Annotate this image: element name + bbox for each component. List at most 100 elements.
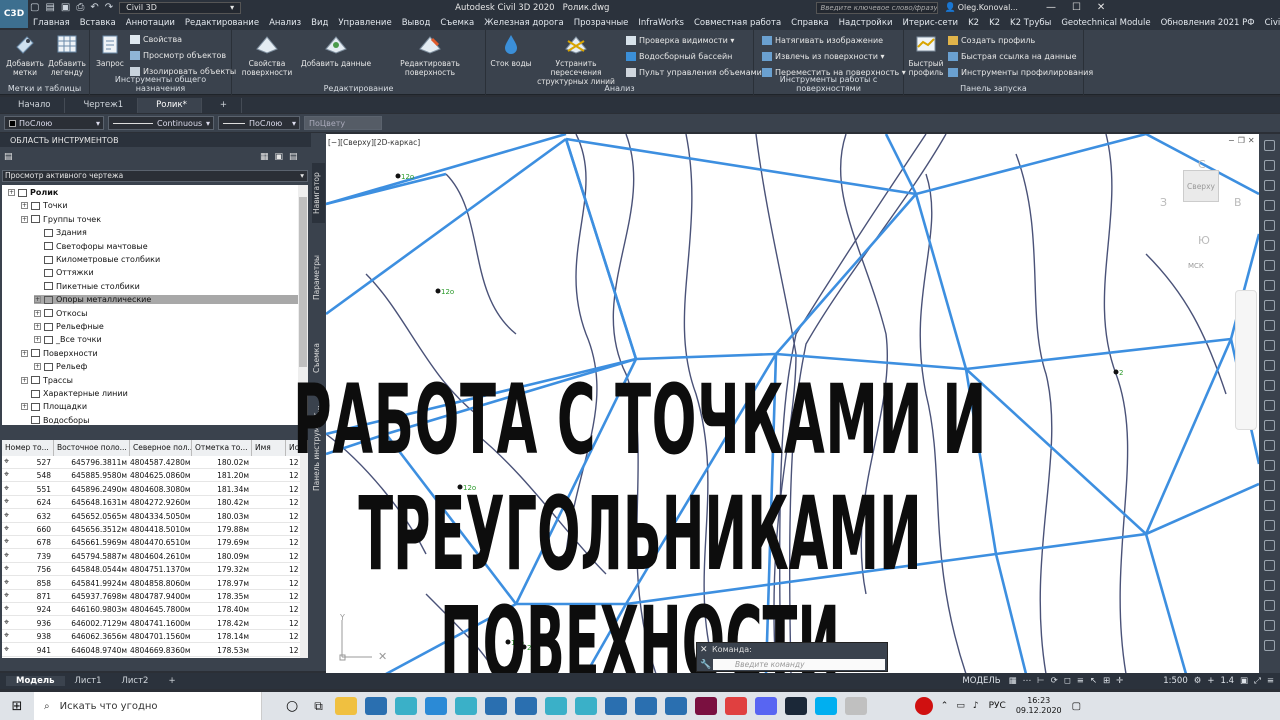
right-toolbar-button[interactable]	[1264, 340, 1275, 351]
autocad-icon[interactable]	[364, 697, 387, 715]
lineweight-dropdown[interactable]: ПоСлою ▾	[218, 116, 300, 130]
close-button[interactable]: ✕	[1097, 2, 1105, 13]
clock[interactable]: 16:23 09.12.2020	[1016, 696, 1062, 716]
grid-column-header[interactable]: Восточное поло...	[54, 440, 130, 456]
menu-item[interactable]: Вид	[306, 18, 333, 28]
grid-column-header[interactable]: Отметка то...	[192, 440, 252, 456]
profile-tools-button[interactable]: Инструменты профилирования	[948, 68, 1093, 77]
network-icon[interactable]: ▭	[956, 701, 965, 711]
right-toolbar-button[interactable]	[1264, 300, 1275, 311]
expand-icon[interactable]: +	[8, 189, 15, 196]
explorer-icon[interactable]	[334, 697, 357, 715]
right-toolbar-button[interactable]	[1264, 400, 1275, 411]
tree-item[interactable]: + Трассы	[21, 376, 73, 385]
table-row[interactable]: ⌖ 858 645841.9924м 4804858.8060м 178.97м 12	[2, 577, 302, 590]
menu-item[interactable]: Аннотации	[121, 18, 180, 28]
catchment-button[interactable]: Водосборный бассейн	[626, 52, 732, 61]
expand-icon[interactable]: +	[21, 202, 28, 210]
menu-item[interactable]: Итерис-сети	[898, 18, 964, 28]
lineweight-icon[interactable]: ≡	[1077, 676, 1084, 686]
print-icon[interactable]: ⎙	[76, 2, 84, 13]
table-row[interactable]: ⌖ 938 646062.3656м 4804701.1560м 178.14м 12	[2, 630, 302, 644]
menu-item[interactable]: Вывод	[397, 18, 436, 28]
extract-from-surface-button[interactable]: Извлечь из поверхности ▾	[762, 52, 885, 61]
layout-tab[interactable]: Лист2	[111, 676, 158, 686]
water-drop-button[interactable]: Сток воды	[489, 33, 533, 68]
right-toolbar-button[interactable]	[1264, 520, 1275, 531]
menu-item[interactable]: K2	[984, 18, 1005, 28]
hardware-icon[interactable]: ▣	[1240, 676, 1248, 686]
menu-item[interactable]: K2	[963, 18, 984, 28]
expand-icon[interactable]: +	[21, 215, 28, 223]
tree-item[interactable]: Километровые столбики	[34, 255, 160, 264]
table-row[interactable]: ⌖ 548 645885.9580м 4804625.0860м 181.20м 12	[2, 469, 302, 483]
language-indicator[interactable]: РУС	[989, 701, 1006, 711]
grid-column-header[interactable]: Северное пол...	[130, 440, 192, 456]
grid-column-header[interactable]: Номер то...	[2, 440, 54, 456]
annotation-icon[interactable]: ⊞	[1103, 676, 1110, 686]
right-toolbar-button[interactable]	[1264, 320, 1275, 331]
taskbar-search[interactable]: ⌕ Искать что угодно	[34, 692, 262, 720]
zoom-value[interactable]: 1.4	[1221, 676, 1235, 686]
skype-icon[interactable]	[814, 697, 837, 715]
menu-item[interactable]: Съемка	[435, 18, 479, 28]
expand-icon[interactable]: +	[34, 363, 41, 371]
table-row[interactable]: ⌖ 527 645796.3811м 4804587.4280м 180.02м 12	[2, 456, 302, 469]
expand-icon[interactable]	[34, 269, 41, 276]
surface-properties-button[interactable]: Свойства поверхности	[238, 33, 296, 77]
table-row[interactable]: ⌖ 936 646002.7129м 4804741.1600м 178.42м 12	[2, 617, 302, 630]
menu-item[interactable]: InfraWorks	[633, 18, 689, 28]
viewcube-south[interactable]: Ю	[1198, 234, 1210, 247]
table-row[interactable]: ⌖ 660 645656.3512м 4804418.5010м 179.88м 12	[2, 523, 302, 536]
menu-item[interactable]: Civil3DSVUtils	[1260, 18, 1280, 28]
civil3d-4-icon[interactable]	[574, 697, 597, 715]
add-legend-button[interactable]: Добавить легенду	[46, 33, 88, 77]
steam-icon[interactable]	[784, 697, 807, 715]
navigation-bar[interactable]	[1235, 290, 1257, 430]
quick-profile-button[interactable]: Быстрый профиль	[906, 33, 946, 77]
expand-icon[interactable]: +	[34, 336, 41, 344]
toolspace-vertical-tab[interactable]: Навигатор	[312, 163, 325, 223]
expand-icon[interactable]: +	[21, 349, 28, 357]
menu-item[interactable]: Главная	[28, 18, 75, 28]
user-name[interactable]: Oleg.Konoval...	[958, 3, 1018, 12]
close-icon[interactable]: ✕	[700, 645, 708, 655]
table-row[interactable]: ⌖ 756 645848.0544м 4804751.1370м 179.32м 12	[2, 563, 302, 577]
tree-item[interactable]: + Откосы	[34, 309, 87, 318]
menu-item[interactable]: Обновления 2021 РФ	[1156, 18, 1260, 28]
menu-item[interactable]: Анализ	[264, 18, 306, 28]
drape-image-button[interactable]: Натягивать изображение	[762, 36, 883, 45]
right-toolbar-button[interactable]	[1264, 240, 1275, 251]
viewcube-east[interactable]: В	[1234, 196, 1242, 209]
navisworks-icon[interactable]	[664, 697, 687, 715]
right-toolbar-button[interactable]	[1264, 600, 1275, 611]
toolspace-vertical-tab[interactable]: Параметры	[312, 243, 325, 313]
tree-item[interactable]: + Рельеф	[34, 362, 87, 371]
expand-icon[interactable]: +	[21, 403, 28, 411]
linetype-dropdown[interactable]: Continuous ▾	[108, 116, 214, 130]
undo-icon[interactable]: ↶	[90, 2, 98, 13]
plot-style-dropdown[interactable]: ПоЦвету	[304, 116, 382, 130]
right-toolbar-button[interactable]	[1264, 460, 1275, 471]
revit-2-icon[interactable]	[634, 697, 657, 715]
snap-icon[interactable]: ⋯	[1023, 676, 1032, 686]
right-toolbar-button[interactable]	[1264, 500, 1275, 511]
tree-item[interactable]: + Рельефные	[34, 322, 104, 331]
expand-icon[interactable]	[34, 256, 41, 263]
table-row[interactable]: ⌖ 678 645661.5969м 4804470.6510м 179.69м 12	[2, 536, 302, 550]
redo-icon[interactable]: ↷	[105, 2, 113, 13]
menu-item[interactable]: Вставка	[75, 18, 121, 28]
gizmo-icon[interactable]: ✛	[1116, 676, 1123, 686]
autocad-3-icon[interactable]	[514, 697, 537, 715]
tray-chevron-icon[interactable]: ⌃	[941, 701, 949, 711]
tree-item[interactable]: Здания	[34, 228, 87, 237]
fullscreen-icon[interactable]: ⤢	[1254, 676, 1261, 686]
tree-item[interactable]: + Опоры металлические	[34, 295, 300, 305]
quick-data-ref-button[interactable]: Быстрая ссылка на данные	[948, 52, 1077, 61]
table-row[interactable]: ⌖ 624 645648.1631м 4804272.9260м 180.42м 12	[2, 496, 302, 510]
expand-icon[interactable]	[21, 390, 28, 397]
menu-item[interactable]: Редактирование	[180, 18, 264, 28]
table-row[interactable]: ⌖ 739 645794.5887м 4804604.2610м 180.09м 12	[2, 550, 302, 563]
app-icon[interactable]	[694, 697, 717, 715]
document-tab[interactable]: Чертеж1	[65, 98, 139, 113]
